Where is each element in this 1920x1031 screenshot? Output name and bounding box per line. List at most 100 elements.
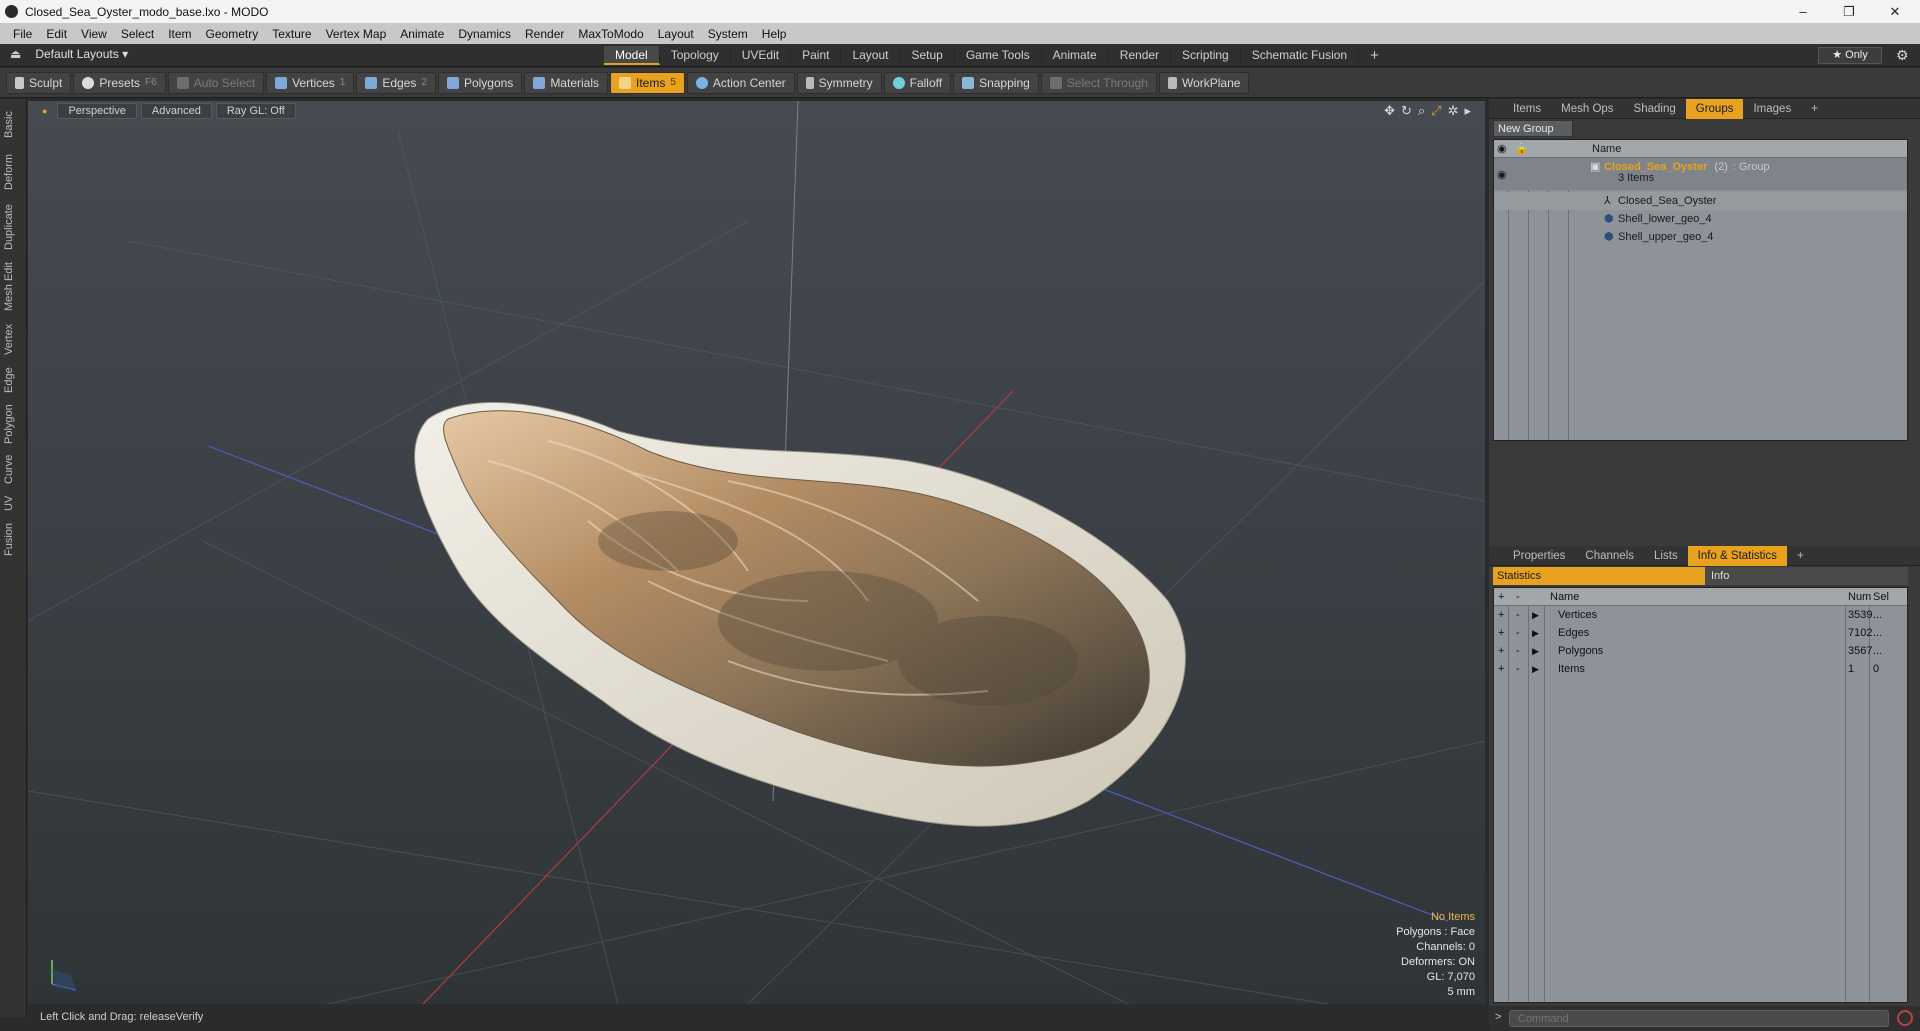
raygl-button[interactable]: Ray GL: Off [215,103,296,119]
record-icon[interactable] [1897,1010,1913,1026]
left-tab-duplicate[interactable]: Duplicate [3,199,23,255]
tree-item-closed-sea-oyster[interactable]: ⅄ Closed_Sea_Oyster [1494,192,1907,210]
menu-vertex-map[interactable]: Vertex Map [319,27,394,41]
row-arrow-icon[interactable]: ▶ [1532,606,1539,624]
stats-row-polygons[interactable]: + - ▶ Polygons 3567 ... [1494,642,1907,660]
snapping-button[interactable]: Snapping [953,71,1039,94]
tab-info-statistics[interactable]: Info & Statistics [1687,545,1787,566]
row-arrow-icon[interactable]: ▶ [1532,660,1539,678]
menu-maxtomodo[interactable]: MaxToModo [571,27,650,41]
menu-system[interactable]: System [701,27,755,41]
collapse-minus-icon[interactable]: - [1516,606,1520,624]
left-tab-curve[interactable]: Curve [3,451,23,487]
collapse-minus-icon[interactable]: - [1516,642,1520,660]
tree-item-shell-upper[interactable]: ⬢ Shell_upper_geo_4 [1494,228,1907,246]
layout-selector[interactable]: ⏏ Default Layouts ▾ [6,47,128,61]
menu-texture[interactable]: Texture [265,27,318,41]
materials-button[interactable]: Materials [524,71,608,94]
tab-scripting[interactable]: Scripting [1171,46,1241,65]
symmetry-button[interactable]: Symmetry [796,71,882,94]
tab-setup[interactable]: Setup [900,46,955,65]
tab-schematic-fusion[interactable]: Schematic Fusion [1241,46,1360,65]
tab-groups[interactable]: Groups [1685,98,1744,119]
left-tab-vertex[interactable]: Vertex [3,319,23,359]
add-tab-plus-icon[interactable]: + [1359,46,1390,65]
expand-plus-icon[interactable]: + [1498,660,1504,678]
tab-topology[interactable]: Topology [660,46,731,65]
tab-mesh-ops[interactable]: Mesh Ops [1551,99,1623,119]
gear-icon[interactable]: ⚙ [1896,47,1909,64]
polygons-button[interactable]: Polygons [437,71,523,94]
menu-layout[interactable]: Layout [651,27,701,41]
3d-viewport[interactable]: ● Perspective Advanced Ray GL: Off ✥ ↻ ⌕… [28,101,1485,1004]
minimize-button[interactable]: – [1780,0,1826,23]
select-through-button[interactable]: Select Through [1040,71,1157,94]
menu-view[interactable]: View [74,27,114,41]
tab-images[interactable]: Images [1743,99,1801,119]
menu-dynamics[interactable]: Dynamics [451,27,518,41]
tab-layout[interactable]: Layout [841,46,901,65]
tab-game-tools[interactable]: Game Tools [955,46,1042,65]
viewport-expand-icon[interactable]: ▸ [1464,103,1471,119]
menu-animate[interactable]: Animate [393,27,451,41]
action-center-button[interactable]: Action Center [686,71,795,94]
left-tab-basic[interactable]: Basic [3,105,23,145]
visibility-toggle-icon[interactable]: ◉ [1497,166,1507,184]
new-group-button[interactable]: New Group [1493,120,1573,137]
collapse-minus-icon[interactable]: - [1516,624,1520,642]
left-tab-polygon[interactable]: Polygon [3,401,23,447]
rotate-icon[interactable]: ↻ [1401,103,1412,119]
zoom-icon[interactable]: ⌕ [1418,103,1425,119]
shading-advanced-button[interactable]: Advanced [140,103,212,119]
expand-plus-icon[interactable]: + [1498,624,1504,642]
stats-row-edges[interactable]: + - ▶ Edges 7102 ... [1494,624,1907,642]
left-tab-uv[interactable]: UV [3,491,23,515]
sculpt-button[interactable]: Sculpt [6,71,72,94]
tab-render[interactable]: Render [1109,46,1172,65]
stats-row-items[interactable]: + - ▶ Items 1 0 [1494,660,1907,678]
expand-all-icon[interactable]: + [1498,588,1504,606]
tab-items[interactable]: Items [1503,99,1551,119]
view-perspective-button[interactable]: Perspective [57,103,137,119]
falloff-button[interactable]: Falloff [883,71,952,94]
menu-geometry[interactable]: Geometry [199,27,266,41]
tab-uvedit[interactable]: UVEdit [731,46,792,65]
items-button[interactable]: Items 5 [610,71,685,94]
maximize-button[interactable]: ❐ [1826,0,1872,23]
subtab-info[interactable]: Info [1705,567,1729,585]
only-button[interactable]: ★ Only [1818,47,1882,64]
command-input[interactable] [1509,1010,1889,1027]
workplane-button[interactable]: WorkPlane [1158,71,1250,94]
tab-paint[interactable]: Paint [791,46,842,65]
expand-plus-icon[interactable]: + [1498,606,1504,624]
viewport-menu-icon[interactable]: ● [42,106,47,116]
presets-button[interactable]: Presets F6 [73,71,166,94]
subtab-statistics[interactable]: Statistics [1493,567,1705,585]
tab-lists[interactable]: Lists [1644,546,1688,566]
tab-model[interactable]: Model [604,46,660,65]
close-button[interactable]: ✕ [1872,0,1918,23]
vertices-button[interactable]: Vertices 1 [266,71,355,94]
menu-item[interactable]: Item [161,27,198,41]
add-panel-tab-plus-icon[interactable]: + [1801,99,1828,119]
auto-select-button[interactable]: Auto Select [167,71,265,94]
viewport-settings-icon[interactable]: ✲ [1448,103,1459,119]
left-tab-edge[interactable]: Edge [3,363,23,397]
add-panel-tab-plus-icon[interactable]: + [1787,546,1814,566]
menu-file[interactable]: File [6,27,39,41]
tab-animate[interactable]: Animate [1042,46,1109,65]
expand-plus-icon[interactable]: + [1498,642,1504,660]
left-tab-fusion[interactable]: Fusion [3,519,23,559]
menu-help[interactable]: Help [755,27,794,41]
row-arrow-icon[interactable]: ▶ [1532,624,1539,642]
left-tab-mesh-edit[interactable]: Mesh Edit [3,259,23,315]
edges-button[interactable]: Edges 2 [356,71,436,94]
pan-icon[interactable]: ✥ [1384,103,1395,119]
left-tab-deform[interactable]: Deform [3,149,23,195]
collapse-all-icon[interactable]: - [1516,588,1520,606]
tree-item-shell-lower[interactable]: ⬢ Shell_lower_geo_4 [1494,210,1907,228]
menu-edit[interactable]: Edit [39,27,74,41]
tab-properties[interactable]: Properties [1503,546,1575,566]
collapse-minus-icon[interactable]: - [1516,660,1520,678]
stats-row-vertices[interactable]: + - ▶ Vertices 3539 ... [1494,606,1907,624]
